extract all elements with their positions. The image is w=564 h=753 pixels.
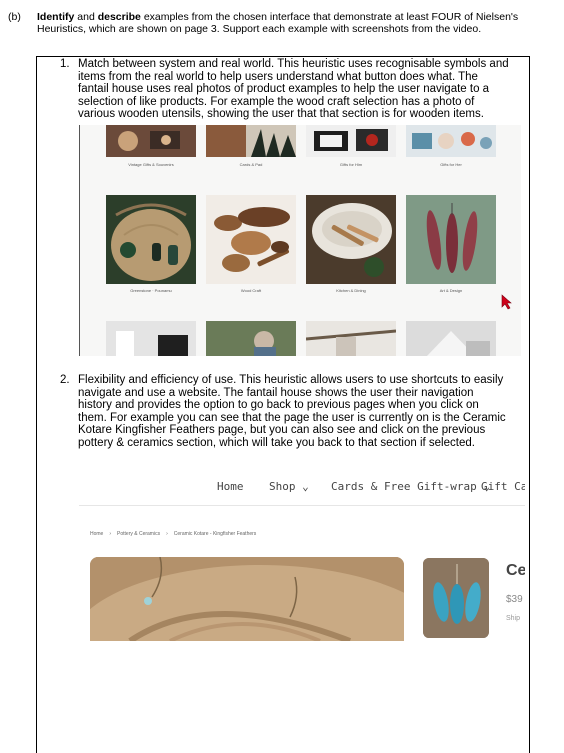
- screenshot-product-page: Home Shop ⌄ Cards & Free Gift-wrap ⌄ Gif…: [79, 471, 525, 641]
- category-caption: Art & Design: [439, 288, 463, 293]
- breadcrumb-separator: ›: [109, 531, 112, 537]
- gifts-for-her-photo: [406, 125, 496, 157]
- greenstone-photo: [106, 195, 196, 284]
- product-main-image[interactable]: [90, 557, 404, 641]
- product-thumbnail[interactable]: [423, 558, 489, 638]
- breadcrumb-separator: ›: [166, 531, 168, 537]
- category-caption: Greenstone · Pounamu: [130, 288, 172, 293]
- answer-number: 2.: [60, 374, 70, 386]
- category-caption: Wood Craft: [240, 288, 262, 293]
- question-connector: and: [74, 11, 98, 23]
- mouse-cursor-icon: [501, 294, 512, 310]
- category-caption: Vintage Gifts & Souvenirs: [128, 162, 174, 167]
- question-keyword-identify: Identify: [37, 11, 75, 23]
- question-text: Identify and describe examples from the …: [37, 11, 537, 35]
- breadcrumb-pottery-ceramics[interactable]: Pottery & Ceramics: [117, 531, 160, 537]
- question-label: (b): [8, 11, 21, 23]
- category-photo-partial: [406, 321, 496, 356]
- answer-text: Flexibility and efficiency of use. This …: [78, 374, 506, 449]
- breadcrumb-current-page: Ceramic Kotare - Kingfisher Feathers: [173, 531, 257, 537]
- art-design-photo: [406, 195, 496, 284]
- nav-shop[interactable]: Shop ⌄: [269, 480, 309, 493]
- category-caption: Gifts for Her: [440, 162, 462, 167]
- site-nav: Home Shop ⌄ Cards & Free Gift-wrap ⌄ Gif…: [79, 480, 525, 500]
- nav-gift-card[interactable]: Gift Card: [481, 480, 525, 493]
- breadcrumb: Home › Pottery & Ceramics › Ceramic Kotare -…: [90, 531, 262, 537]
- category-photo-partial: [306, 321, 396, 356]
- vintage-gifts-photo: [106, 125, 196, 157]
- kitchen-dining-photo: [306, 195, 396, 284]
- nav-divider: [79, 505, 525, 506]
- answer-number: 1.: [60, 58, 70, 70]
- category-photo-partial: [106, 321, 196, 356]
- answer-text: Match between system and real world. Thi…: [78, 58, 509, 121]
- question-keyword-describe: describe: [97, 11, 141, 23]
- product-shipping: Ship: [506, 615, 521, 622]
- nav-cards-gift-wrap[interactable]: Cards & Free Gift-wrap ⌄: [331, 480, 490, 493]
- breadcrumb-home[interactable]: Home: [90, 531, 103, 537]
- kingfisher-feathers-photo: [423, 558, 489, 638]
- screenshot-category-grid: Vintage Gifts & Souvenirs Cards & Pad Gi…: [79, 125, 521, 356]
- category-caption: Gifts for Him: [339, 162, 363, 167]
- product-title: Ce: [506, 562, 525, 579]
- wood-craft-photo: [206, 195, 296, 284]
- product-price: $39: [506, 594, 523, 605]
- cards-photo: [206, 125, 296, 157]
- product-photo: [90, 557, 404, 641]
- category-caption: Kitchen & Dining: [336, 288, 366, 293]
- category-photo-partial: [206, 321, 296, 356]
- gifts-for-him-photo: [306, 125, 396, 157]
- category-caption: Cards & Pad: [239, 162, 263, 167]
- nav-home[interactable]: Home: [217, 480, 244, 493]
